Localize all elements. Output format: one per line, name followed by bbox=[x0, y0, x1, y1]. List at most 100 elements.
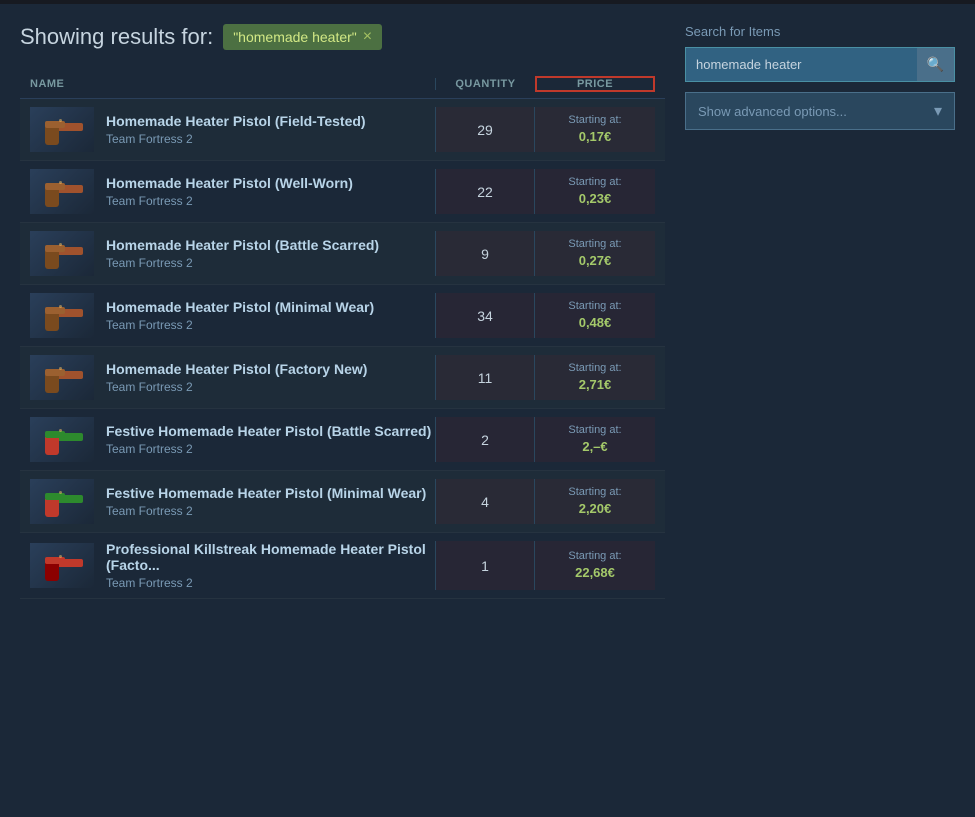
price-label: Starting at: bbox=[568, 113, 621, 128]
item-game: Team Fortress 2 bbox=[106, 318, 435, 332]
gun-handle bbox=[45, 563, 59, 581]
table-row[interactable]: Homemade Heater Pistol (Field-Tested) Te… bbox=[20, 99, 665, 161]
gun-handle bbox=[45, 189, 59, 207]
table-row[interactable]: Festive Homemade Heater Pistol (Battle S… bbox=[20, 409, 665, 471]
table-row[interactable]: Homemade Heater Pistol (Factory New) Tea… bbox=[20, 347, 665, 409]
price-value: 0,27€ bbox=[579, 252, 612, 270]
table-row[interactable]: Homemade Heater Pistol (Well-Worn) Team … bbox=[20, 161, 665, 223]
table-row[interactable]: Homemade Heater Pistol (Minimal Wear) Te… bbox=[20, 285, 665, 347]
item-game: Team Fortress 2 bbox=[106, 132, 435, 146]
item-name: Professional Killstreak Homemade Heater … bbox=[106, 541, 435, 573]
price-value: 0,23€ bbox=[579, 190, 612, 208]
search-tag-text: "homemade heater" bbox=[233, 29, 357, 45]
price-value: 0,48€ bbox=[579, 314, 612, 332]
item-name: Homemade Heater Pistol (Factory New) bbox=[106, 361, 435, 377]
results-header: Showing results for: "homemade heater" × bbox=[20, 24, 665, 50]
item-game: Team Fortress 2 bbox=[106, 442, 435, 456]
gun-shape bbox=[37, 115, 87, 145]
gun-shape bbox=[37, 301, 87, 331]
price-value: 22,68€ bbox=[575, 564, 615, 582]
item-game: Team Fortress 2 bbox=[106, 194, 435, 208]
table-header-row: NAME QUANTITY PRICE bbox=[20, 70, 665, 99]
col-header-price: PRICE bbox=[535, 76, 655, 92]
price-value: 2,–€ bbox=[582, 438, 607, 456]
item-info: Homemade Heater Pistol (Field-Tested) Te… bbox=[106, 113, 435, 146]
item-quantity: 9 bbox=[435, 231, 535, 276]
results-label: Showing results for: bbox=[20, 24, 213, 50]
price-label: Starting at: bbox=[568, 549, 621, 564]
item-name: Festive Homemade Heater Pistol (Battle S… bbox=[106, 423, 435, 439]
gun-handle bbox=[45, 127, 59, 145]
item-image bbox=[30, 417, 94, 462]
item-quantity: 2 bbox=[435, 417, 535, 462]
gun-top bbox=[45, 431, 65, 438]
table-row[interactable]: Homemade Heater Pistol (Battle Scarred) … bbox=[20, 223, 665, 285]
item-name: Homemade Heater Pistol (Minimal Wear) bbox=[106, 299, 435, 315]
gun-handle bbox=[45, 437, 59, 455]
main-container: Showing results for: "homemade heater" ×… bbox=[0, 4, 975, 619]
item-name: Homemade Heater Pistol (Battle Scarred) bbox=[106, 237, 435, 253]
item-info: Festive Homemade Heater Pistol (Minimal … bbox=[106, 485, 435, 518]
price-value: 2,20€ bbox=[579, 500, 612, 518]
item-price: Starting at: 2,–€ bbox=[535, 417, 655, 462]
gun-top bbox=[45, 121, 65, 128]
item-price: Starting at: 0,23€ bbox=[535, 169, 655, 214]
gun-handle bbox=[45, 251, 59, 269]
gun-shape bbox=[37, 363, 87, 393]
item-info: Homemade Heater Pistol (Factory New) Tea… bbox=[106, 361, 435, 394]
item-name: Homemade Heater Pistol (Field-Tested) bbox=[106, 113, 435, 129]
gun-highlight bbox=[59, 555, 62, 558]
price-value: 0,17€ bbox=[579, 128, 612, 146]
left-panel: Showing results for: "homemade heater" ×… bbox=[20, 24, 665, 599]
search-input[interactable] bbox=[686, 49, 917, 80]
gun-shape bbox=[37, 239, 87, 269]
item-info: Homemade Heater Pistol (Well-Worn) Team … bbox=[106, 175, 435, 208]
item-image bbox=[30, 107, 94, 152]
item-info: Homemade Heater Pistol (Minimal Wear) Te… bbox=[106, 299, 435, 332]
search-button[interactable]: 🔍 bbox=[917, 48, 954, 81]
item-price: Starting at: 22,68€ bbox=[535, 541, 655, 590]
price-value: 2,71€ bbox=[579, 376, 612, 394]
search-tag[interactable]: "homemade heater" × bbox=[223, 24, 382, 50]
item-name: Festive Homemade Heater Pistol (Minimal … bbox=[106, 485, 435, 501]
item-image bbox=[30, 169, 94, 214]
gun-handle bbox=[45, 499, 59, 517]
item-price: Starting at: 2,20€ bbox=[535, 479, 655, 524]
price-label: Starting at: bbox=[568, 361, 621, 376]
table-row[interactable]: Professional Killstreak Homemade Heater … bbox=[20, 533, 665, 599]
item-game: Team Fortress 2 bbox=[106, 576, 435, 590]
item-game: Team Fortress 2 bbox=[106, 256, 435, 270]
gun-highlight bbox=[59, 243, 62, 246]
gun-highlight bbox=[59, 491, 62, 494]
table-row[interactable]: Festive Homemade Heater Pistol (Minimal … bbox=[20, 471, 665, 533]
gun-shape bbox=[37, 487, 87, 517]
item-price: Starting at: 2,71€ bbox=[535, 355, 655, 400]
item-image bbox=[30, 543, 94, 588]
gun-top bbox=[45, 183, 65, 190]
gun-top bbox=[45, 245, 65, 252]
search-input-container: 🔍 bbox=[685, 47, 955, 82]
items-container: Homemade Heater Pistol (Field-Tested) Te… bbox=[20, 99, 665, 599]
item-game: Team Fortress 2 bbox=[106, 504, 435, 518]
item-quantity: 22 bbox=[435, 169, 535, 214]
item-price: Starting at: 0,17€ bbox=[535, 107, 655, 152]
item-name: Homemade Heater Pistol (Well-Worn) bbox=[106, 175, 435, 191]
right-panel: Search for Items 🔍 Show advanced options… bbox=[685, 24, 955, 599]
item-quantity: 4 bbox=[435, 479, 535, 524]
advanced-options-toggle[interactable]: Show advanced options... ▾ bbox=[685, 92, 955, 130]
gun-shape bbox=[37, 551, 87, 581]
gun-shape bbox=[37, 177, 87, 207]
search-tag-close-icon[interactable]: × bbox=[363, 28, 372, 46]
price-label: Starting at: bbox=[568, 299, 621, 314]
price-label: Starting at: bbox=[568, 485, 621, 500]
gun-highlight bbox=[59, 367, 62, 370]
item-game: Team Fortress 2 bbox=[106, 380, 435, 394]
price-label: Starting at: bbox=[568, 423, 621, 438]
chevron-down-icon: ▾ bbox=[934, 101, 942, 121]
item-info: Professional Killstreak Homemade Heater … bbox=[106, 541, 435, 590]
item-quantity: 11 bbox=[435, 355, 535, 400]
search-icon: 🔍 bbox=[927, 56, 944, 72]
gun-highlight bbox=[59, 305, 62, 308]
price-label: Starting at: bbox=[568, 237, 621, 252]
results-table: NAME QUANTITY PRICE Homemade Heater Pist… bbox=[20, 70, 665, 599]
